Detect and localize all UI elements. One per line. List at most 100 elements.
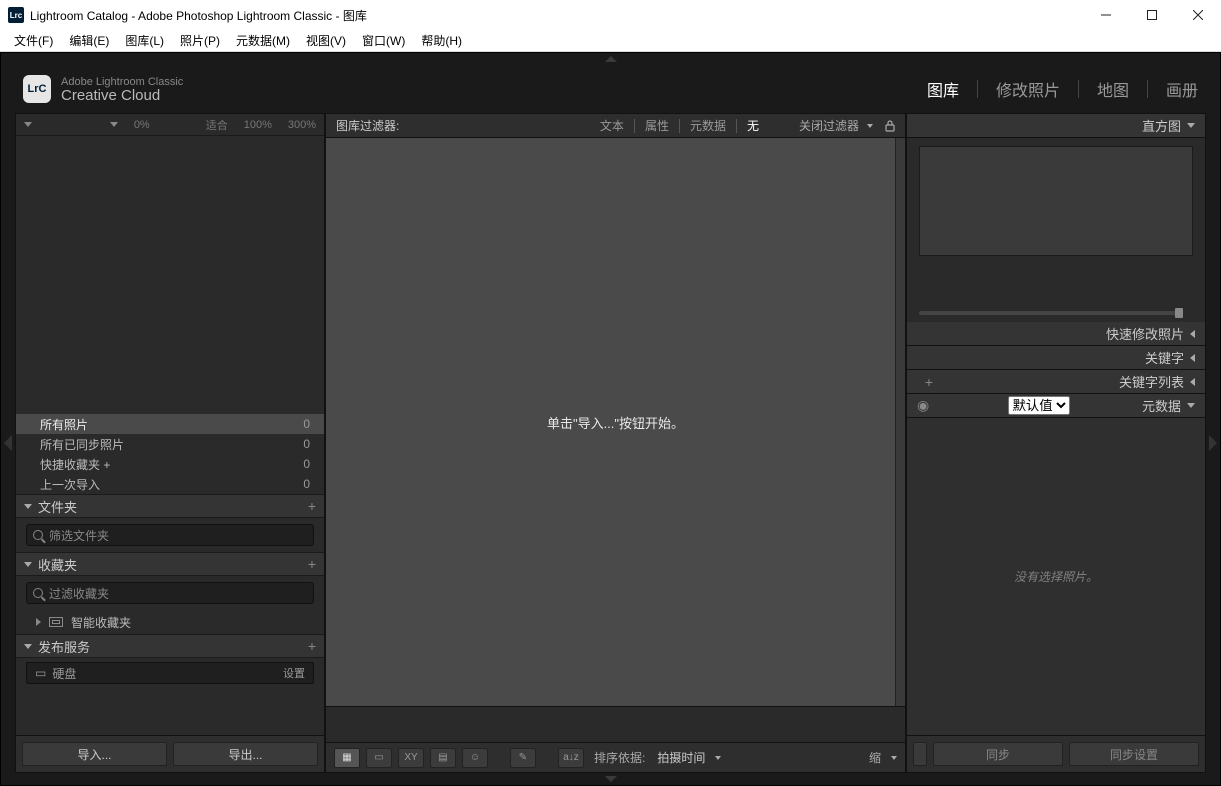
right-panel: 直方图 快速修改照片 关键字 + 关键字列表 ◉ <box>906 113 1206 773</box>
catalog-item-count: 0 <box>303 477 310 491</box>
left-panel-toggle[interactable] <box>1 113 15 773</box>
loupe-view-icon[interactable]: ▭ <box>366 748 392 768</box>
toolbar-menu-icon[interactable] <box>891 756 897 760</box>
import-button[interactable]: 导入... <box>22 742 167 766</box>
navigator-menu-icon[interactable] <box>110 122 118 127</box>
right-panel-toggle[interactable] <box>1206 113 1220 773</box>
module-sep <box>977 80 978 98</box>
zoom-100[interactable]: 100% <box>244 119 272 131</box>
folders-filter-input[interactable]: 筛选文件夹 <box>26 524 314 546</box>
filmstrip-toggle[interactable] <box>1 773 1220 785</box>
filter-none[interactable]: 无 <box>741 117 765 134</box>
add-collection-icon[interactable]: + <box>308 556 316 572</box>
publish-hd-config[interactable]: 设置 <box>283 665 305 681</box>
export-button[interactable]: 导出... <box>173 742 318 766</box>
lrc-badge-icon: LrC <box>23 75 51 103</box>
publish-harddrive-row[interactable]: ▭ 硬盘 设置 <box>26 662 314 684</box>
left-bottom-bar: 导入... 导出... <box>16 735 324 772</box>
menu-library[interactable]: 图库(L) <box>121 30 168 51</box>
chevron-left-icon <box>1190 330 1195 338</box>
filter-lock-icon[interactable] <box>885 120 895 132</box>
add-folder-icon[interactable]: + <box>308 498 316 514</box>
zoom-300[interactable]: 300% <box>288 119 316 131</box>
catalog-previous-import[interactable]: 上一次导入 0 <box>16 474 324 494</box>
sort-direction-icon[interactable]: a↓z <box>558 748 584 768</box>
chevron-down-icon <box>1187 403 1195 408</box>
search-icon <box>33 588 43 598</box>
menubar: 文件(F) 编辑(E) 图库(L) 照片(P) 元数据(M) 视图(V) 窗口(… <box>0 30 1221 52</box>
module-map[interactable]: 地图 <box>1097 77 1129 101</box>
metadata-header[interactable]: ◉ 默认值 元数据 <box>907 394 1205 418</box>
zoom-0[interactable]: 0% <box>134 119 150 131</box>
smart-collection-icon <box>49 617 63 627</box>
sync-settings-button[interactable]: 同步设置 <box>1069 742 1199 766</box>
module-library[interactable]: 图库 <box>927 77 959 101</box>
keywording-header[interactable]: 关键字 <box>907 346 1205 370</box>
smart-collections-label: 智能收藏夹 <box>71 614 131 631</box>
module-book[interactable]: 画册 <box>1166 77 1198 101</box>
sync-toggle[interactable] <box>913 742 927 766</box>
filter-metadata[interactable]: 元数据 <box>684 117 732 134</box>
filter-off-label[interactable]: 关闭过滤器 <box>799 117 859 134</box>
catalog-item-label: 所有照片 <box>40 416 88 433</box>
catalog-item-label: 所有已同步照片 <box>40 436 124 453</box>
top-panel-toggle[interactable] <box>1 53 1220 65</box>
publish-header[interactable]: 发布服务 + <box>16 634 324 658</box>
catalog-quick-collection[interactable]: 快捷收藏夹 + 0 <box>16 454 324 474</box>
sort-dropdown-icon[interactable] <box>715 756 721 760</box>
compare-view-icon[interactable]: XY <box>398 748 424 768</box>
people-view-icon[interactable]: ☺ <box>462 748 488 768</box>
toolbar: ▦ ▭ XY ▤ ☺ ✎ a↓z 排序依据: 拍摄时间 缩 <box>326 742 905 772</box>
smart-collections-row[interactable]: 智能收藏夹 <box>16 610 324 634</box>
catalog-panel: 所有照片 0 所有已同步照片 0 快捷收藏夹 + 0 上一次导入 0 <box>16 414 324 494</box>
window-close[interactable] <box>1175 0 1221 30</box>
catalog-item-count: 0 <box>303 457 310 471</box>
menu-photo[interactable]: 照片(P) <box>176 30 224 51</box>
metadata-preset-select[interactable]: 默认值 <box>1008 396 1070 415</box>
filter-text[interactable]: 文本 <box>594 117 630 134</box>
brand-text: Adobe Lightroom Classic Creative Cloud <box>61 75 183 103</box>
no-photo-message: 没有选择照片。 <box>1014 568 1098 585</box>
collections-filter-input[interactable]: 过滤收藏夹 <box>26 582 314 604</box>
app-icon: Lrc <box>8 7 24 23</box>
painter-tool-icon[interactable]: ✎ <box>510 748 536 768</box>
thumbnail-size-label: 缩 <box>869 749 881 766</box>
filter-attribute[interactable]: 属性 <box>639 117 675 134</box>
collections-header[interactable]: 收藏夹 + <box>16 552 324 576</box>
menu-view[interactable]: 视图(V) <box>302 30 350 51</box>
window-titlebar: Lrc Lightroom Catalog - Adobe Photoshop … <box>0 0 1221 30</box>
sync-button[interactable]: 同步 <box>933 742 1063 766</box>
menu-window[interactable]: 窗口(W) <box>358 30 409 51</box>
keyword-list-title: 关键字列表 <box>1119 372 1184 391</box>
survey-view-icon[interactable]: ▤ <box>430 748 456 768</box>
catalog-all-photos[interactable]: 所有照片 0 <box>16 414 324 434</box>
menu-help[interactable]: 帮助(H) <box>417 30 466 51</box>
window-maximize[interactable] <box>1129 0 1175 30</box>
menu-edit[interactable]: 编辑(E) <box>65 30 113 51</box>
menu-file[interactable]: 文件(F) <box>10 30 57 51</box>
window-minimize[interactable] <box>1083 0 1129 30</box>
metadata-visibility-icon[interactable]: ◉ <box>917 397 929 414</box>
add-keyword-icon[interactable]: + <box>917 374 941 390</box>
harddrive-icon: ▭ <box>35 666 46 680</box>
keyword-list-header[interactable]: + 关键字列表 <box>907 370 1205 394</box>
filter-preset-dropdown-icon[interactable] <box>867 124 873 128</box>
navigator-collapse-icon[interactable] <box>24 122 32 127</box>
add-publish-icon[interactable]: + <box>308 638 316 654</box>
folders-filter-placeholder: 筛选文件夹 <box>49 527 109 544</box>
catalog-synced-photos[interactable]: 所有已同步照片 0 <box>16 434 324 454</box>
canvas-scrollbar[interactable] <box>895 138 905 706</box>
zoom-fit[interactable]: 适合 <box>206 117 228 133</box>
histogram-slider[interactable] <box>907 304 1205 322</box>
menu-metadata[interactable]: 元数据(M) <box>232 30 294 51</box>
chevron-left-icon <box>1190 354 1195 362</box>
grid-view-icon[interactable]: ▦ <box>334 748 360 768</box>
module-develop[interactable]: 修改照片 <box>996 77 1060 101</box>
quick-develop-header[interactable]: 快速修改照片 <box>907 322 1205 346</box>
chevron-left-icon <box>1190 378 1195 386</box>
sort-value[interactable]: 拍摄时间 <box>657 749 705 766</box>
grid-canvas[interactable]: 单击"导入..."按钮开始。 <box>326 138 905 706</box>
folders-header[interactable]: 文件夹 + <box>16 494 324 518</box>
histogram-header[interactable]: 直方图 <box>907 114 1205 138</box>
collections-title: 收藏夹 <box>38 555 77 574</box>
